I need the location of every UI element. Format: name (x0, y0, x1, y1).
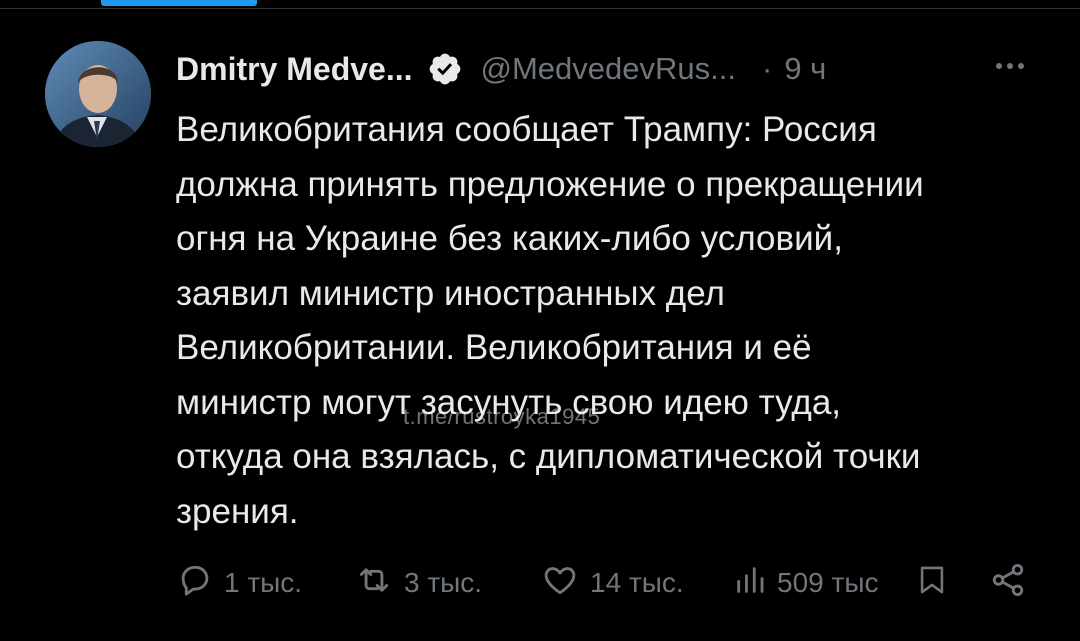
share-button[interactable] (989, 555, 1027, 611)
tweet-header: Dmitry Medve... @MedvedevRus... · 9 ч (176, 48, 826, 90)
tweet-text: Великобритания сообщает Трампу: Россия д… (176, 110, 924, 531)
tweet-timestamp[interactable]: 9 ч (784, 51, 826, 87)
tweet[interactable]: Dmitry Medve... @MedvedevRus... · 9 ч Ве… (0, 0, 1080, 641)
heart-icon (540, 561, 580, 606)
verified-badge-icon (427, 51, 463, 87)
author-display-name[interactable]: Dmitry Medve... (176, 51, 413, 88)
more-dots-icon[interactable] (988, 50, 1032, 82)
retweet-arrows-icon (354, 561, 394, 606)
share-icon (989, 561, 1027, 606)
speech-bubble-icon (176, 561, 214, 606)
views-button[interactable]: 509 тыс (733, 555, 878, 611)
reply-count: 1 тыс. (224, 567, 303, 598)
retweet-count: 3 тыс. (404, 567, 483, 598)
reply-button[interactable]: 1 тыс. (176, 555, 302, 611)
author-handle[interactable]: @MedvedevRus... (481, 51, 736, 87)
header-separator: · (761, 51, 773, 86)
avatar[interactable] (45, 41, 151, 147)
tweet-actions: 1 тыс. 3 тыс. 14 тыс. 509 тыс (0, 555, 1080, 611)
views-count: 509 тыс (777, 567, 879, 598)
like-count: 14 тыс. (590, 567, 684, 598)
bookmark-button[interactable] (915, 555, 949, 611)
like-button[interactable]: 14 тыс. (540, 555, 684, 611)
bar-chart-icon (733, 561, 767, 606)
retweet-button[interactable]: 3 тыс. (354, 555, 482, 611)
bookmark-icon (915, 560, 949, 607)
